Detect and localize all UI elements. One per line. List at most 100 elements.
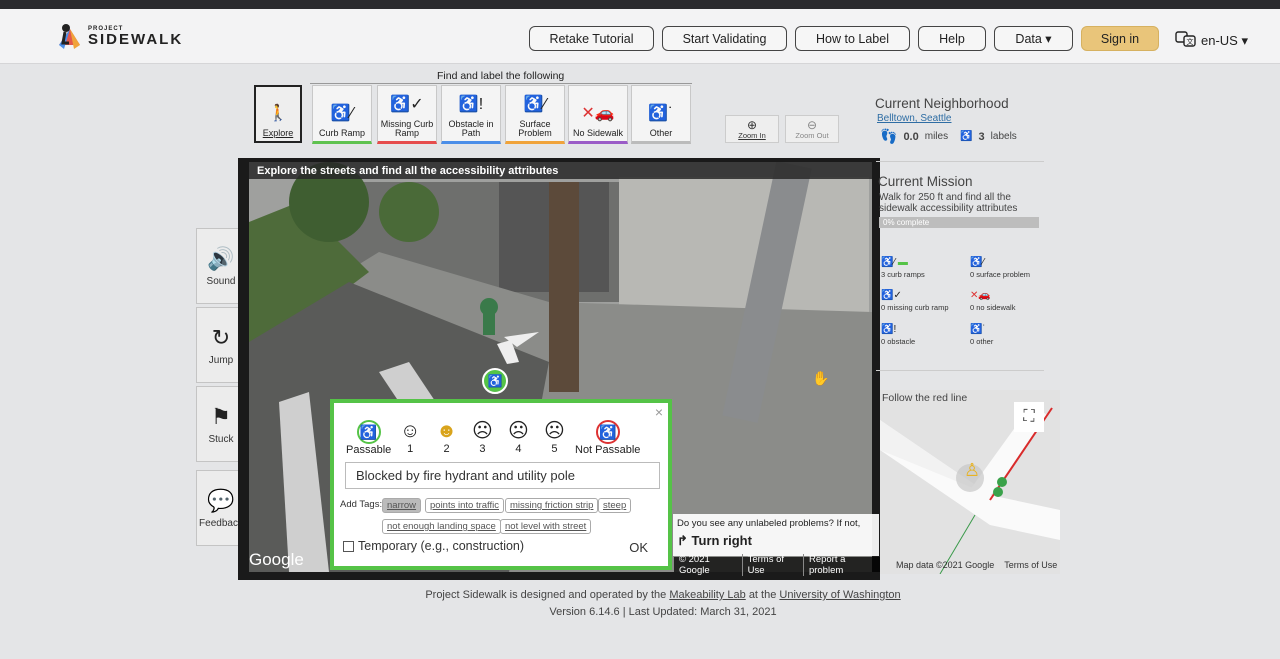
checkbox-box[interactable] <box>343 540 354 552</box>
surface-problem-icon: ♿⁄ <box>523 96 547 113</box>
tag-not-level-with-street[interactable]: not level with street <box>500 519 592 534</box>
speaker-icon: 🔊 <box>207 245 235 271</box>
tag-steep[interactable]: steep <box>598 498 632 513</box>
screen-top-edge <box>0 0 1280 9</box>
no-sidewalk-icon: ✕🚗 <box>581 105 615 122</box>
mission-progress-bar: 0% complete <box>879 217 1039 228</box>
stat-missing-curb-ramp: ♿✓ 0 missing curb ramp <box>881 290 949 312</box>
start-validating-button[interactable]: Start Validating <box>662 26 787 51</box>
neighborhood-link[interactable]: Belltown, Seattle <box>877 113 952 124</box>
surface-problem-stat-icon: ♿⁄ <box>970 257 985 268</box>
obstacle-label: Obstacle in Path <box>448 119 494 138</box>
close-icon[interactable]: × <box>655 404 663 420</box>
miles-value: 0.0 <box>903 130 919 143</box>
missing-curb-ramp-stat-icon: ♿✓ <box>881 290 902 301</box>
data-dropdown-button[interactable]: Data ▾ <box>994 26 1073 51</box>
terms-link[interactable]: Terms of Use <box>743 553 804 576</box>
map-terms-link[interactable]: Terms of Use <box>1004 560 1057 570</box>
tag-points-into-traffic[interactable]: points into traffic <box>425 498 505 513</box>
obstacle-tool[interactable]: ♿ǃ Obstacle in Path <box>441 85 501 144</box>
unlabeled-question-box: Do you see any unlabeled problems? If no… <box>673 514 879 556</box>
pegman-icon[interactable]: ♙ <box>964 460 980 481</box>
signpost-icon: ⚑ <box>211 403 231 429</box>
tag-narrow[interactable]: narrow <box>382 498 422 513</box>
missing-curb-ramp-icon: ♿✓ <box>390 96 424 113</box>
no-sidewalk-label: No Sidewalk <box>572 128 624 138</box>
zoom-in-button[interactable]: ⊕ Zoom In <box>725 115 779 143</box>
uw-link[interactable]: University of Washington <box>779 589 900 601</box>
obstacle-stat-label: 0 obstacle <box>881 337 916 346</box>
curb-ramp-stat-icon: ♿⁄ ▬ <box>881 257 908 268</box>
retake-tutorial-button[interactable]: Retake Tutorial <box>529 26 654 51</box>
description-input[interactable]: Blocked by fire hydrant and utility pole <box>345 462 660 489</box>
explore-tool[interactable]: 🚶 Explore <box>254 85 302 143</box>
help-button[interactable]: Help <box>918 26 986 51</box>
sign-in-button[interactable]: Sign in <box>1081 26 1159 51</box>
walking-person-icon: 🚶 <box>268 105 288 122</box>
curb-ramp-label: Curb Ramp <box>318 128 365 138</box>
svg-text:文: 文 <box>1187 37 1194 46</box>
sound-label: Sound <box>206 275 236 287</box>
add-tags-label: Add Tags: <box>340 499 383 510</box>
mission-description: Walk for 250 ft and find all the sidewal… <box>879 192 1018 214</box>
zoom-in-icon: ⊕ <box>746 117 758 132</box>
question-text: Do you see any unlabeled problems? If no… <box>677 518 861 529</box>
report-problem-link[interactable]: Report a problem <box>804 554 880 576</box>
navbar: PROJECT SIDEWALK Retake Tutorial Start V… <box>0 9 1280 64</box>
fullscreen-icon[interactable]: ⛶ <box>1014 402 1044 432</box>
temporary-label: Temporary (e.g., construction) <box>358 539 525 553</box>
severity-2[interactable]: ☻ 2 <box>436 419 457 455</box>
severity-4[interactable]: ☹ 4 <box>508 419 529 455</box>
severity-passable[interactable]: ♿ Passable <box>346 419 391 456</box>
panel-divider-2 <box>876 370 1044 371</box>
severity-not-passable[interactable]: ♿ Not Passable <box>575 419 640 456</box>
no-sidewalk-stat-icon: ✕🚗 <box>970 290 991 301</box>
turn-right-label: Turn right <box>691 533 752 548</box>
makeability-lab-link[interactable]: Makeability Lab <box>669 589 745 601</box>
translate-icon: 文 <box>1175 31 1197 50</box>
surface-problem-label: Surface Problem <box>518 119 552 138</box>
tag-not-enough-landing-space[interactable]: not enough landing space <box>382 519 501 534</box>
label-count-icon: ♿ <box>960 131 973 142</box>
temporary-checkbox[interactable]: Temporary (e.g., construction) <box>343 539 524 553</box>
label-popup: × ♿ Passable ☺ 1 ☻ 2 ☹ 3 ☹ 4 ☹ 5 ♿ Not P… <box>330 399 672 570</box>
severity-5[interactable]: ☹ 5 <box>544 419 565 455</box>
turn-right-arrow-icon: ↱ <box>677 533 688 548</box>
streetview-banner: Explore the streets and find all the acc… <box>249 162 872 179</box>
language-label: en-US ▾ <box>1201 32 1248 48</box>
streetview-footer: © 2021 Google Terms of Use Report a prob… <box>674 553 880 576</box>
severity-1[interactable]: ☺ 1 <box>400 419 420 455</box>
explore-label: Explore <box>262 128 294 138</box>
feedback-label: Feedback <box>199 517 243 529</box>
language-selector[interactable]: 文 en-US ▾ <box>1175 31 1248 50</box>
logo[interactable]: PROJECT SIDEWALK <box>56 21 183 51</box>
mini-map[interactable]: Follow the red line ⛶ ♙ <box>880 390 1060 574</box>
zoom-out-button[interactable]: ⊖ Zoom Out <box>785 115 839 143</box>
no-sidewalk-tool[interactable]: ✕🚗 No Sidewalk <box>568 85 628 144</box>
severity-3-label: 3 <box>479 443 486 455</box>
surface-problem-tool[interactable]: ♿⁄ Surface Problem <box>505 85 565 144</box>
other-tool[interactable]: ♿˙ Other <box>631 85 691 144</box>
ok-button[interactable]: OK <box>629 540 648 555</box>
tag-missing-friction-strip[interactable]: missing friction strip <box>505 498 599 513</box>
stat-obstacle: ♿ǃ 0 obstacle <box>881 324 915 346</box>
curb-ramp-icon: ♿⁄ <box>330 105 354 122</box>
severity-3[interactable]: ☹ 3 <box>472 419 493 455</box>
passable-icon: ♿ <box>346 419 391 444</box>
how-to-label-button[interactable]: How to Label <box>795 26 910 51</box>
map-footer: Map data ©2021 Google Terms of Use <box>896 560 1057 570</box>
miles-unit: miles <box>924 131 949 142</box>
obstacle-icon: ♿ǃ <box>458 96 484 113</box>
missing-curb-ramp-tool[interactable]: ♿✓ Missing Curb Ramp <box>377 85 437 144</box>
severity-1-label: 1 <box>407 443 414 455</box>
missing-curb-ramp-stat-label: 0 missing curb ramp <box>881 303 949 312</box>
turn-right-button[interactable]: ↱ Turn right <box>677 533 875 549</box>
footer-text-2: at the <box>748 589 777 601</box>
map-hint: Follow the red line <box>882 392 968 404</box>
passable-label: Passable <box>346 444 392 456</box>
curb-ramp-tool[interactable]: ♿⁄ Curb Ramp <box>312 85 372 144</box>
curb-ramp-marker-icon[interactable]: ♿ <box>482 368 508 394</box>
other-label: Other <box>649 128 673 138</box>
feedback-icon: 💬 <box>207 487 235 513</box>
neighborhood-stats: 👣 0.0 miles ♿ 3 labels <box>880 128 1017 145</box>
